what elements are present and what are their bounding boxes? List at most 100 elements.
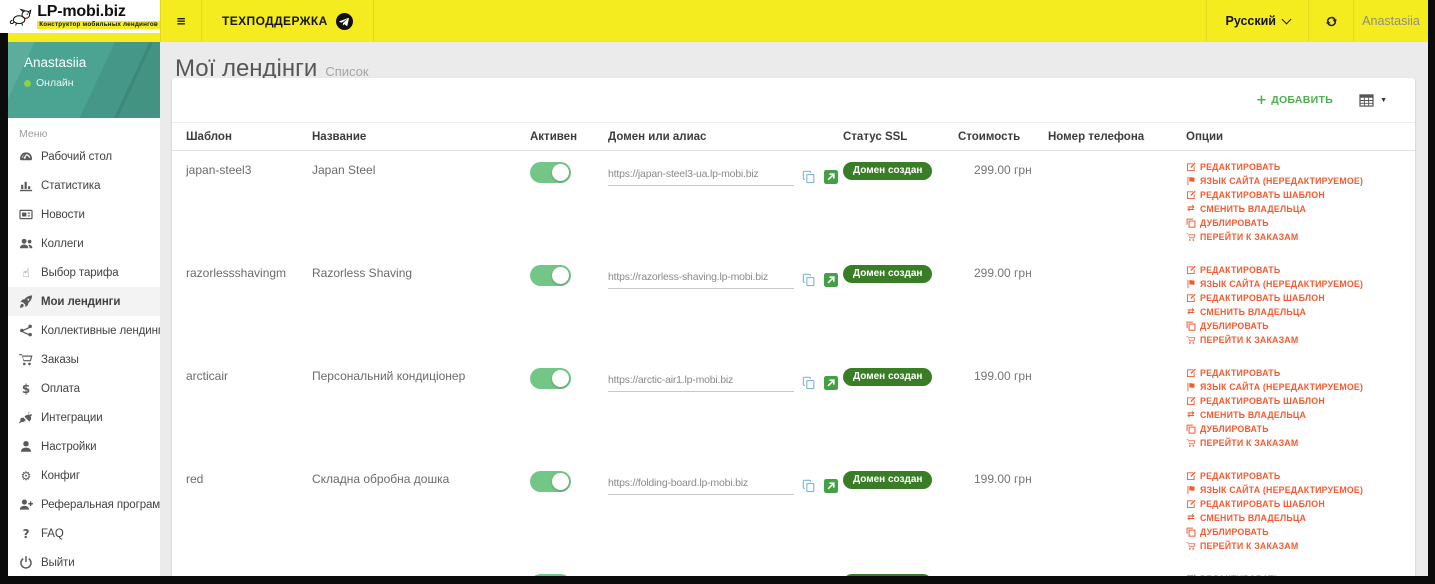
ssl-status-badge: Домен создан [843, 471, 933, 489]
option-link-cart[interactable]: ПЕРЕЙТИ К ЗАКАЗАМ [1186, 541, 1401, 551]
copy-icon[interactable] [802, 479, 816, 493]
option-link-language[interactable]: ЯЗЫК САЙТА (НЕРЕДАКТИРУЕМОЕ) [1186, 279, 1401, 289]
copy-icon[interactable] [802, 170, 816, 184]
sidebar-item-cart[interactable]: Заказы [8, 345, 160, 374]
sidebar-item-question[interactable]: ? FAQ [8, 519, 160, 548]
option-link-duplicate[interactable]: ДУБЛИРОВАТЬ [1186, 218, 1401, 228]
sidebar-toggle-button[interactable]: ≡ [160, 0, 202, 42]
external-link-icon[interactable] [824, 170, 838, 184]
domain-input[interactable]: https://folding-board.lp-mobi.biz [608, 473, 794, 495]
option-link-edit[interactable]: РЕДАКТИРОВАТЬ [1186, 368, 1401, 378]
option-link-duplicate[interactable]: ДУБЛИРОВАТЬ [1186, 424, 1401, 434]
template-name: razorlessshavingm [186, 266, 287, 280]
active-toggle[interactable] [530, 471, 571, 492]
template-name: red [186, 472, 204, 486]
domain-input[interactable]: https://japan-steel3-ua.lp-mobi.biz [608, 164, 794, 186]
option-link-edit[interactable]: РЕДАКТИРОВАТЬ ШАБЛОН [1186, 396, 1401, 406]
table-header-row: Шаблон Название Активен Домен или алиас Стат… [172, 122, 1415, 151]
option-link-language[interactable]: ЯЗЫК САЙТА (НЕРЕДАКТИРУЕМОЕ) [1186, 382, 1401, 392]
option-link-exchange[interactable]: ⇄ СМЕНИТЬ ВЛАДЕЛЬЦА [1186, 307, 1401, 317]
option-link-edit[interactable]: РЕДАКТИРОВАТЬ [1186, 471, 1401, 481]
exchange-icon: ⇄ [1187, 204, 1195, 214]
online-status-dot [24, 79, 31, 87]
user-menu-button[interactable]: Anastasiia [1354, 0, 1428, 42]
option-link-duplicate[interactable]: ДУБЛИРОВАТЬ [1186, 527, 1401, 537]
ssl-status-badge: Домен создан [843, 368, 933, 386]
option-label: ЯЗЫК САЙТА (НЕРЕДАКТИРУЕМОЕ) [1200, 382, 1364, 392]
sidebar-item-chart[interactable]: Статистика [8, 171, 160, 200]
option-link-edit[interactable]: РЕДАКТИРОВАТЬ ШАБЛОН [1186, 190, 1401, 200]
exchange-icon: ⇄ [1187, 307, 1195, 317]
cart-icon [1186, 335, 1196, 345]
option-link-exchange[interactable]: ⇄ СМЕНИТЬ ВЛАДЕЛЬЦА [1186, 410, 1401, 420]
external-link-icon[interactable] [824, 479, 838, 493]
table-row: razorlessshavingm Razorless Shaving https:… [172, 254, 1415, 357]
column-header: Шаблон [186, 130, 232, 143]
question-icon: ? [22, 526, 30, 541]
column-header: Номер телефона [1048, 130, 1145, 143]
option-link-cart[interactable]: ПЕРЕЙТИ К ЗАКАЗАМ [1186, 335, 1401, 345]
option-link-edit[interactable]: РЕДАКТИРОВАТЬ [1186, 162, 1401, 172]
option-link-cart[interactable]: ПЕРЕЙТИ К ЗАКАЗАМ [1186, 232, 1401, 242]
chevron-down-icon [1281, 14, 1292, 24]
share-icon [18, 323, 34, 338]
active-toggle[interactable] [530, 265, 571, 286]
refresh-button[interactable] [1309, 0, 1354, 42]
language-label: Русский [1225, 14, 1276, 28]
sidebar-item-hand-pointer[interactable]: ☝ Выбор тарифа [8, 258, 160, 287]
copy-icon[interactable] [802, 376, 816, 390]
sidebar-item-share[interactable]: Коллективные лендинги [8, 316, 160, 345]
duplicate-icon [1186, 424, 1196, 434]
sidebar-item-user[interactable]: Настройки [8, 432, 160, 461]
domain-input[interactable]: https://arctic-air1.lp-mobi.biz [608, 370, 794, 392]
option-link-exchange[interactable]: ⇄ СМЕНИТЬ ВЛАДЕЛЬЦА [1186, 513, 1401, 523]
brand-logo[interactable]: LP-mobi.biz Конструктор мобильных лендин… [0, 0, 160, 33]
option-link-duplicate[interactable]: ДУБЛИРОВАТЬ [1186, 321, 1401, 331]
phone-value [1048, 263, 1186, 357]
sidebar-item-news[interactable]: Новости [8, 200, 160, 229]
price-value: 299.00 грн [974, 163, 1032, 177]
view-options-button[interactable]: ▼ [1359, 93, 1387, 107]
sidebar-item-plug[interactable]: Интеграции [8, 403, 160, 432]
option-link-cart[interactable]: ПЕРЕЙТИ К ЗАКАЗАМ [1186, 438, 1401, 448]
sidebar-item-label: Мои лендинги [41, 295, 121, 308]
sidebar-item-dollar[interactable]: $ Оплата [8, 374, 160, 403]
dashboard-icon [18, 149, 34, 164]
sidebar-item-label: Рабочий стол [41, 150, 112, 163]
language-dropdown[interactable]: Русский [1206, 0, 1309, 42]
option-link-language[interactable]: ЯЗЫК САЙТА (НЕРЕДАКТИРУЕМОЕ) [1186, 176, 1401, 186]
external-link-icon[interactable] [824, 273, 838, 287]
option-link-language[interactable]: ЯЗЫК САЙТА (НЕРЕДАКТИРУЕМОЕ) [1186, 485, 1401, 495]
language-icon [1186, 279, 1196, 289]
phone-value [1048, 469, 1186, 563]
copy-icon[interactable] [802, 273, 816, 287]
option-link-edit[interactable]: РЕДАКТИРОВАТЬ ШАБЛОН [1186, 499, 1401, 509]
sidebar-item-dashboard[interactable]: Рабочий стол [8, 142, 160, 171]
active-toggle[interactable] [530, 162, 571, 183]
hamburger-icon: ≡ [175, 14, 187, 28]
add-landing-label: ДОБАВИТЬ [1271, 94, 1334, 106]
option-label: СМЕНИТЬ ВЛАДЕЛЬЦА [1200, 513, 1307, 523]
option-link-exchange[interactable]: ⇄ СМЕНИТЬ ВЛАДЕЛЬЦА [1186, 204, 1401, 214]
external-link-icon[interactable] [824, 376, 838, 390]
option-label: СМЕНИТЬ ВЛАДЕЛЬЦА [1200, 307, 1307, 317]
option-link-edit[interactable]: РЕДАКТИРОВАТЬ ШАБЛОН [1186, 293, 1401, 303]
support-button[interactable]: ТЕХПОДДЕРЖКА [202, 0, 374, 42]
toggle-knob [552, 267, 569, 284]
landing-name: Japan Steel [312, 163, 376, 177]
sidebar-item-power[interactable]: Выйти [8, 548, 160, 576]
option-link-edit[interactable]: РЕДАКТИРОВАТЬ [1186, 265, 1401, 275]
active-toggle[interactable] [530, 368, 571, 389]
add-landing-button[interactable]: + ДОБАВИТЬ [1256, 94, 1333, 107]
sidebar-item-user-plus[interactable]: Реферальная программа [8, 490, 160, 519]
sidebar-item-landing[interactable]: Мои лендинги [8, 287, 160, 316]
option-label: ЯЗЫК САЙТА (НЕРЕДАКТИРУЕМОЕ) [1200, 176, 1364, 186]
domain-input[interactable]: https://razorless-shaving.lp-mobi.biz [608, 267, 794, 289]
menu-section-label: Меню [19, 128, 48, 140]
app-screen: LP-mobi.biz Конструктор мобильных лендин… [0, 0, 1435, 584]
sidebar-item-label: Выйти [41, 556, 75, 569]
sidebar-item-users[interactable]: Коллеги [8, 229, 160, 258]
sidebar-item-cogs[interactable]: ⚙ Конфиг [8, 461, 160, 490]
sidebar-item-label: Коллективные лендинги [41, 324, 160, 337]
hand-pointer-icon: ☝ [22, 265, 30, 280]
